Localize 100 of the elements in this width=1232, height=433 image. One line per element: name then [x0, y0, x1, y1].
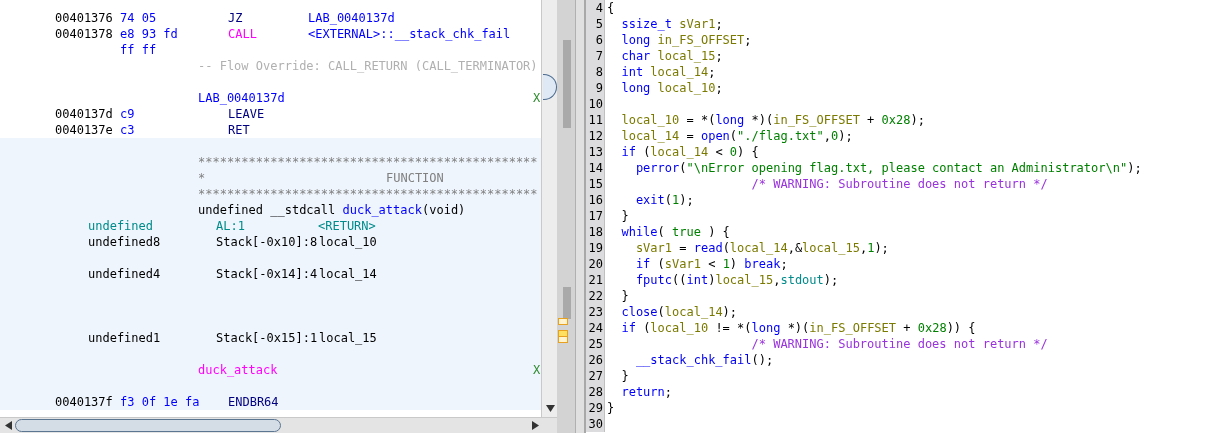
horizontal-scrollbar[interactable]	[0, 417, 557, 433]
code-punctuation: +	[866, 112, 876, 128]
line-number: 29	[586, 400, 605, 416]
overview-thumb[interactable]	[563, 287, 571, 319]
variable-name: local_14	[620, 128, 680, 144]
variable-name: local_14	[319, 266, 377, 282]
xref-marker[interactable]: X	[533, 90, 541, 106]
code-comment: /* WARNING: Subroutine does not return */	[750, 176, 1048, 192]
code-punctuation: <	[714, 144, 724, 160]
function-header-border: ***********************************************	[198, 154, 538, 170]
code-punctuation: )) {	[946, 320, 976, 336]
code-punctuation: }	[620, 368, 629, 384]
code-punctuation: ) {	[707, 224, 730, 240]
code-punctuation: (	[656, 256, 665, 272]
variable-type: undefined8	[88, 234, 161, 250]
overview-thumb[interactable]	[563, 40, 571, 128]
code-punctuation: (	[642, 144, 651, 160]
line-number: 24	[586, 320, 605, 336]
variable-name: in_FS_OFFSET	[656, 32, 745, 48]
instruction-operand[interactable]: <EXTERNAL>::__stack_chk_fail	[308, 26, 511, 42]
function-name: __stack_chk_fail	[634, 352, 752, 368]
type-keyword: ssize_t	[620, 16, 673, 32]
type-keyword: long	[620, 32, 651, 48]
line-number: 23	[586, 304, 605, 320]
instruction-address: 00401378	[55, 26, 113, 42]
variable-name: local_15	[802, 240, 860, 256]
variable-name: local_14	[729, 240, 788, 256]
instruction-address: 0040137d	[55, 106, 113, 122]
function-header-border: ***********************************************	[198, 186, 538, 202]
variable-name: in_FS_OFFSET	[809, 320, 897, 336]
code-punctuation: ,	[773, 272, 781, 288]
variable-name: local_10	[319, 234, 377, 250]
code-punctuation: +	[902, 320, 912, 336]
instruction-operand[interactable]: LAB_0040137d	[308, 10, 395, 26]
scroll-right-arrow-icon[interactable]	[530, 420, 540, 431]
constant-literal: 0x28	[881, 112, 911, 128]
panel-splitter[interactable]	[575, 0, 586, 433]
instruction-bytes: e8 93 fd	[120, 26, 178, 42]
code-punctuation: ;	[708, 64, 716, 80]
function-name: fputc	[634, 272, 673, 288]
code-punctuation: );	[823, 272, 839, 288]
line-number: 5	[586, 16, 605, 32]
code-punctuation: );	[838, 128, 853, 144]
string-literal: "./flag.txt"	[737, 128, 824, 144]
scrollbar-thumb[interactable]	[15, 419, 281, 433]
constant-literal: true	[672, 224, 701, 240]
overview-knob[interactable]	[543, 74, 557, 100]
variable-location: Stack[-0x15]:1	[216, 330, 318, 346]
code-punctuation: ;	[715, 48, 723, 64]
code-punctuation: *)(	[786, 320, 810, 336]
line-number: 28	[586, 384, 605, 400]
code-punctuation: ,	[859, 240, 868, 256]
line-number: 14	[586, 160, 605, 176]
code-punctuation: ;	[715, 80, 723, 96]
code-punctuation: =	[678, 240, 688, 256]
code-punctuation: ;	[715, 16, 723, 32]
line-number: 4	[586, 0, 605, 16]
instruction-bytes: ff ff	[120, 42, 157, 58]
constant-literal: 0	[729, 144, 738, 160]
code-punctuation: }	[607, 400, 615, 416]
instruction-address: 0040137e	[55, 122, 113, 138]
line-number: 17	[586, 208, 605, 224]
keyword: break	[744, 256, 781, 272]
xref-marker[interactable]: X	[533, 362, 541, 378]
overview-marker[interactable]	[558, 318, 568, 325]
line-number: 6	[586, 32, 605, 48]
line-number: 19	[586, 240, 605, 256]
variable-name: local_15	[715, 272, 774, 288]
line-number: 7	[586, 48, 605, 64]
code-punctuation: (	[657, 224, 666, 240]
constant-literal: 0x28	[917, 320, 947, 336]
line-number: 21	[586, 272, 605, 288]
code-punctuation: (	[657, 304, 665, 320]
variable-name: local_14	[664, 304, 723, 320]
variable-name: local_10	[620, 112, 680, 128]
code-punctuation: );	[722, 304, 738, 320]
line-number: 11	[586, 112, 605, 128]
type-keyword: int	[620, 64, 644, 80]
code-punctuation: <	[707, 256, 717, 272]
keyword: if	[620, 144, 636, 160]
type-keyword: long	[751, 320, 781, 336]
scroll-left-arrow-icon[interactable]	[3, 420, 13, 431]
code-punctuation: =	[685, 128, 695, 144]
string-literal: "\nError opening flag.txt, please contact an Administrator\n"	[686, 160, 1128, 176]
code-punctuation: ) {	[737, 144, 759, 160]
variable-location: AL:1	[216, 218, 245, 234]
overview-marker[interactable]	[558, 336, 568, 343]
instruction-mnemonic: ENDBR64	[228, 394, 279, 410]
line-number: 8	[586, 64, 605, 80]
code-punctuation: (	[722, 240, 730, 256]
instruction-mnemonic: RET	[228, 122, 250, 138]
vertical-scrollbar[interactable]	[541, 0, 557, 418]
variable-name: local_10	[650, 320, 709, 336]
type-keyword: char	[620, 48, 651, 64]
code-punctuation: (	[729, 128, 738, 144]
code-label[interactable]: LAB_0040137d	[198, 90, 285, 106]
variable-name: local_14	[650, 144, 709, 160]
keyword: if	[620, 320, 636, 336]
function-header-title: FUNCTION	[386, 170, 444, 186]
instruction-bytes: c3	[120, 122, 135, 138]
